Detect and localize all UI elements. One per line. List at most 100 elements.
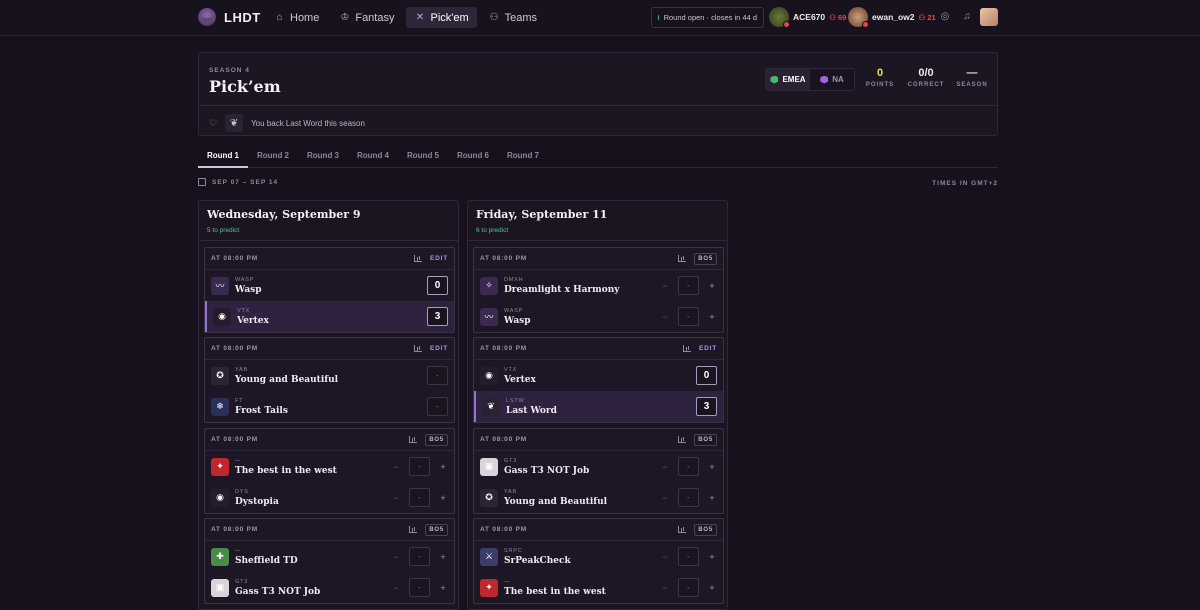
score-box[interactable]: 3 <box>696 397 717 416</box>
team-row[interactable]: ▣ GT3 Gass T3 NOT Job − - + <box>474 451 723 482</box>
chart-icon[interactable] <box>413 345 422 352</box>
score-box[interactable]: - <box>427 366 448 385</box>
gamepad-icon[interactable]: ◎ <box>938 10 952 24</box>
format-badge: BO5 <box>694 433 717 446</box>
chart-icon[interactable] <box>682 345 691 352</box>
tab-round-7[interactable]: Round 7 <box>498 147 548 168</box>
minus-icon[interactable]: − <box>660 312 670 322</box>
team-row[interactable]: ✦ — The best in the west − - + <box>474 572 723 603</box>
minus-icon[interactable]: − <box>660 552 670 562</box>
stat-correct: 0/0 CORRECT <box>906 67 946 88</box>
score-input[interactable]: - <box>678 457 699 476</box>
team-row[interactable]: ◉ DYS Dystopia − - + <box>205 482 454 513</box>
team-row[interactable]: ✧ DMXH Dreamlight x Harmony − - + <box>474 270 723 301</box>
team-row[interactable]: ✪ YAB Young and Beautiful − - + <box>474 482 723 513</box>
minus-icon[interactable]: − <box>391 493 401 503</box>
region-na[interactable]: NA <box>810 69 854 90</box>
region-label: NA <box>832 75 844 84</box>
region-emea[interactable]: EMEA <box>766 69 810 90</box>
plus-icon[interactable]: + <box>438 583 448 593</box>
minus-icon[interactable]: − <box>660 493 670 503</box>
score-box[interactable]: 0 <box>427 276 448 295</box>
user-chip-ace670[interactable]: ACE670 ⚇ 69 <box>769 7 846 28</box>
tab-round-5[interactable]: Round 5 <box>398 147 448 168</box>
minus-icon[interactable]: − <box>660 462 670 472</box>
my-avatar[interactable] <box>980 8 998 26</box>
team-row[interactable]: ◉ VTX Vertex 3 <box>205 301 454 332</box>
chart-icon[interactable] <box>409 526 418 533</box>
plus-icon[interactable]: + <box>707 281 717 291</box>
nav-fantasy[interactable]: ♔ Fantasy <box>331 7 402 28</box>
score-input[interactable]: - <box>678 276 699 295</box>
date-range-text: SEP 07 – SEP 14 <box>212 178 279 186</box>
team-logo-icon: ▣ <box>211 578 229 597</box>
match-card: AT 08:00 PM BO5 ✚ — Sheffield TD − - + ▣ GT3 Gass … <box>204 518 455 604</box>
round-status-pill[interactable]: Round open · closes in 44 d <box>651 7 764 28</box>
score-input[interactable]: - <box>409 488 430 507</box>
score-input[interactable]: - <box>678 488 699 507</box>
plus-icon[interactable]: + <box>707 312 717 322</box>
score-input[interactable]: - <box>678 547 699 566</box>
chart-icon[interactable] <box>409 436 418 443</box>
score-box[interactable]: - <box>427 397 448 416</box>
chart-icon[interactable] <box>413 255 422 262</box>
score-input[interactable]: - <box>678 307 699 326</box>
nav-home[interactable]: ⌂ Home <box>266 7 327 28</box>
team-info: DMXH Dreamlight x Harmony <box>504 277 660 295</box>
plus-icon[interactable]: + <box>707 583 717 593</box>
team-row[interactable]: ✪ YAB Young and Beautiful - <box>205 360 454 391</box>
score-box[interactable]: 3 <box>427 307 448 326</box>
tab-round-4[interactable]: Round 4 <box>348 147 398 168</box>
user-chip-ewan[interactable]: ewan_ow2 ⚇ 21 <box>848 7 936 28</box>
minus-icon[interactable]: − <box>391 462 401 472</box>
plus-icon[interactable]: + <box>438 493 448 503</box>
tab-round-3[interactable]: Round 3 <box>298 147 348 168</box>
team-row[interactable]: ⚔ SRPC SrPeakCheck − - + <box>474 541 723 572</box>
nav-teams[interactable]: ⚇ Teams <box>481 7 545 28</box>
team-row[interactable]: 〰 WASP Wasp 0 <box>205 270 454 301</box>
team-info: YAB Young and Beautiful <box>504 489 660 507</box>
team-row[interactable]: ✚ — Sheffield TD − - + <box>205 541 454 572</box>
team-row[interactable]: ❄ FT Frost Tails - <box>205 391 454 422</box>
team-row[interactable]: ◉ VTX Vertex 0 <box>474 360 723 391</box>
team-info: GT3 Gass T3 NOT Job <box>504 458 660 476</box>
nav-pickem-label: Pick'em <box>430 11 469 24</box>
team-row[interactable]: ✦ — The best in the west − - + <box>205 451 454 482</box>
edit-button[interactable]: EDIT <box>430 255 448 262</box>
chart-icon[interactable] <box>678 526 687 533</box>
chart-icon[interactable] <box>678 436 687 443</box>
minus-icon[interactable]: − <box>391 552 401 562</box>
minus-icon[interactable]: − <box>660 583 670 593</box>
plus-icon[interactable]: + <box>438 552 448 562</box>
tab-round-6[interactable]: Round 6 <box>448 147 498 168</box>
plus-icon[interactable]: + <box>438 462 448 472</box>
backing-row: ♡ ❦ You back Last Word this season <box>209 114 365 132</box>
plus-icon[interactable]: + <box>707 493 717 503</box>
bell-icon[interactable]: ♫ <box>960 10 974 24</box>
chart-icon[interactable] <box>678 255 687 262</box>
score-input[interactable]: - <box>409 578 430 597</box>
plus-icon[interactable]: + <box>707 552 717 562</box>
plus-icon[interactable]: + <box>707 462 717 472</box>
score-input[interactable]: - <box>409 457 430 476</box>
edit-button[interactable]: EDIT <box>699 345 717 352</box>
score-box[interactable]: 0 <box>696 366 717 385</box>
pickem-header-card: SEASON 4 Pick’em EMEA NA 0 POINTS 0/0 CORR… <box>198 52 998 136</box>
team-row[interactable]: 〰 WASP Wasp − - + <box>474 301 723 332</box>
minus-icon[interactable]: − <box>391 583 401 593</box>
edit-button[interactable]: EDIT <box>430 345 448 352</box>
score-input[interactable]: - <box>678 578 699 597</box>
tab-round-2[interactable]: Round 2 <box>248 147 298 168</box>
team-name: Wasp <box>235 284 262 295</box>
brand[interactable]: LHDT <box>198 8 261 26</box>
tab-round-1[interactable]: Round 1 <box>198 147 248 168</box>
team-row[interactable]: ❦ LSTW Last Word 3 <box>474 391 723 422</box>
score-input[interactable]: - <box>409 547 430 566</box>
heart-icon[interactable]: ♡ <box>209 118 217 129</box>
nav-pickem[interactable]: ✕ Pick'em <box>406 7 477 28</box>
avatar <box>769 7 790 28</box>
minus-icon[interactable]: − <box>660 281 670 291</box>
team-logo-icon: 〰 <box>480 307 498 326</box>
match-card: AT 08:00 PM EDIT ◉ VTX Vertex 0 ❦ LSTW Last Word… <box>473 337 724 423</box>
team-row[interactable]: ▣ GT3 Gass T3 NOT Job − - + <box>205 572 454 603</box>
